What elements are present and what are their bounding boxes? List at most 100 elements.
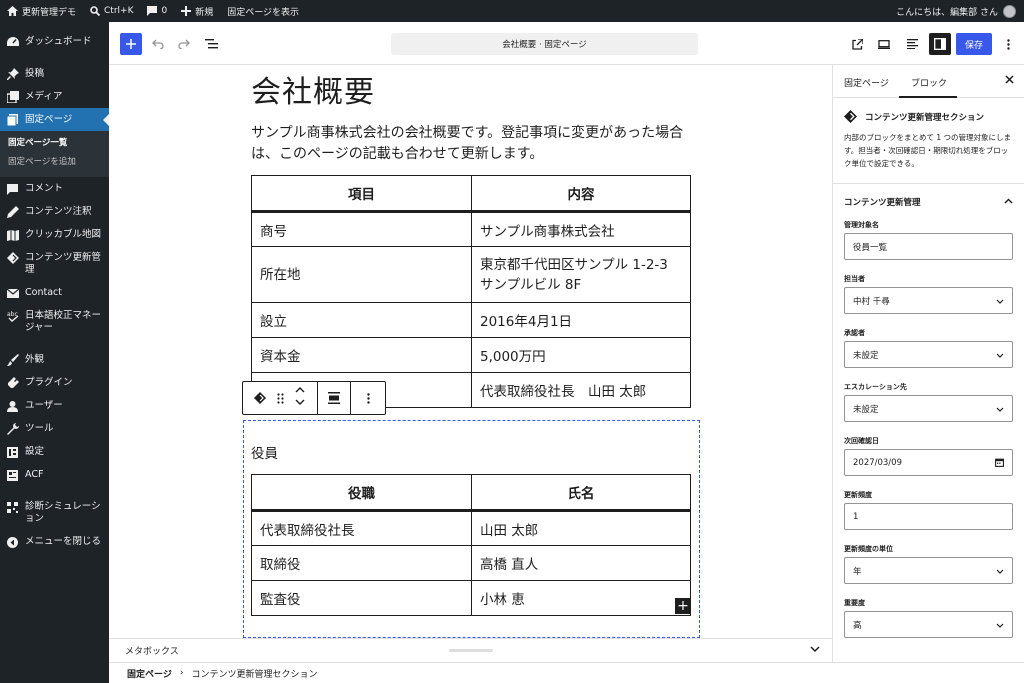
- menu-media[interactable]: メディア: [0, 85, 109, 108]
- view-page-button[interactable]: [849, 36, 865, 52]
- table-cell[interactable]: 商号: [251, 211, 472, 247]
- table-cell[interactable]: 2016年4月1日: [471, 302, 691, 338]
- officers-heading[interactable]: 役員: [251, 442, 278, 462]
- submenu-add-page[interactable]: 固定ページを追加: [0, 153, 109, 172]
- resize-handle[interactable]: [449, 649, 493, 652]
- align-button[interactable]: [318, 382, 352, 414]
- field-value: 未設定: [853, 350, 879, 361]
- field-label: 更新頻度の単位: [844, 545, 893, 553]
- command-palette-link[interactable]: Ctrl+K: [83, 0, 140, 22]
- breadcrumb-current[interactable]: コンテンツ更新管理セクション: [191, 667, 317, 680]
- block-options-button[interactable]: [351, 382, 385, 414]
- address-line-2: サンプルビル 8F: [480, 276, 582, 293]
- comments-link[interactable]: 0: [140, 0, 174, 22]
- assignee-select[interactable]: 中村 千尋: [844, 287, 1013, 314]
- view-page-label: 固定ページを表示: [227, 7, 300, 18]
- target-name-input[interactable]: 役員一覧: [844, 233, 1013, 260]
- page-title[interactable]: 会社概要: [251, 67, 375, 111]
- field-value: 未設定: [853, 404, 879, 415]
- table-cell[interactable]: 高橋 直人: [471, 545, 691, 581]
- menu-tools[interactable]: ツール: [0, 417, 109, 440]
- menu-label: ツール: [25, 423, 54, 434]
- escalation-select[interactable]: 未設定: [844, 395, 1013, 422]
- undo-button[interactable]: [150, 36, 166, 52]
- table-header: 役職: [251, 474, 472, 512]
- calendar-icon[interactable]: [995, 458, 1004, 470]
- table-cell[interactable]: 設立: [251, 302, 472, 338]
- save-button[interactable]: 保存: [956, 33, 992, 55]
- intro-paragraph[interactable]: サンプル商事株式会社の会社概要です。登記事項に変更があった場合は、このページの記…: [251, 123, 701, 165]
- menu-comments[interactable]: コメント: [0, 177, 109, 200]
- document-title-bar[interactable]: 会社概要 · 固定ページ: [391, 33, 698, 55]
- pages-submenu: 固定ページ一覧 固定ページを追加: [0, 131, 109, 177]
- qr-icon: [6, 501, 19, 513]
- table-cell[interactable]: 取締役: [251, 545, 472, 581]
- metabox-label: メタボックス: [125, 647, 179, 657]
- move-up-down-buttons[interactable]: [295, 386, 305, 410]
- diamond-icon: [6, 252, 19, 264]
- approver-select[interactable]: 未設定: [844, 341, 1013, 368]
- frequency-input[interactable]: 1: [844, 503, 1013, 530]
- metabox-bar[interactable]: メタボックス: [109, 638, 832, 662]
- table-cell[interactable]: 監査役: [251, 580, 472, 616]
- menu-diagnosis-simulation[interactable]: 診断シミュレーション: [0, 495, 109, 530]
- view-page-link[interactable]: 固定ページを表示: [220, 0, 306, 22]
- redo-button[interactable]: [176, 36, 192, 52]
- options-menu-button[interactable]: [1000, 36, 1016, 52]
- table-cell[interactable]: 資本金: [251, 337, 472, 373]
- brush-icon: [6, 354, 19, 366]
- menu-appearance[interactable]: 外観: [0, 348, 109, 371]
- breadcrumb-root[interactable]: 固定ページ: [127, 667, 172, 680]
- menu-pages[interactable]: 固定ページ: [0, 108, 110, 131]
- block-tools-button[interactable]: [904, 36, 920, 52]
- company-table[interactable]: 項目 内容 商号 サンプル商事株式会社 所在地 東京都千代田区サンプル 1-2-…: [251, 175, 691, 408]
- table-cell[interactable]: 東京都千代田区サンプル 1-2-3 サンプルビル 8F: [471, 246, 691, 303]
- menu-acf[interactable]: ACF: [0, 463, 109, 486]
- officers-table[interactable]: 役職 氏名 代表取締役社長 山田 太郎 取締役 高橋 直人 監査役 小林 恵: [251, 474, 691, 616]
- menu-dashboard[interactable]: ダッシュボード: [0, 30, 109, 53]
- table-cell[interactable]: 山田 太郎: [471, 510, 691, 546]
- frequency-unit-select[interactable]: 年: [844, 557, 1013, 584]
- close-icon[interactable]: [1005, 75, 1014, 87]
- list-view-icon: [204, 39, 218, 49]
- table-cell[interactable]: 5,000万円: [471, 337, 691, 373]
- menu-annotations[interactable]: コンテンツ注釈: [0, 200, 109, 223]
- table-row: 資本金 5,000万円: [251, 337, 691, 373]
- tab-block[interactable]: ブロック: [911, 76, 947, 89]
- menu-users[interactable]: ユーザー: [0, 394, 109, 417]
- menu-proofreading[interactable]: abc 日本語校正マネージャー: [0, 304, 109, 339]
- menu-plugins[interactable]: プラグイン: [0, 371, 109, 394]
- panel-title: コンテンツ更新管理: [844, 198, 921, 208]
- table-cell[interactable]: 代表取締役社長: [251, 510, 472, 546]
- align-icon: [906, 39, 918, 49]
- chevron-down-icon[interactable]: [810, 646, 820, 656]
- menu-settings[interactable]: 設定: [0, 440, 109, 463]
- submenu-all-pages[interactable]: 固定ページ一覧: [0, 134, 109, 153]
- new-content-link[interactable]: 新規: [174, 0, 220, 22]
- tab-page[interactable]: 固定ページ: [844, 76, 889, 89]
- drag-handle[interactable]: [277, 389, 284, 408]
- menu-clickable-map[interactable]: クリッカブル地図: [0, 223, 109, 246]
- panel-toggle[interactable]: コンテンツ更新管理: [833, 184, 1024, 220]
- inline-inserter-button[interactable]: +: [675, 598, 691, 614]
- document-overview-button[interactable]: [203, 36, 219, 52]
- table-cell[interactable]: 代表取締役社長 山田 太郎: [471, 372, 691, 408]
- menu-contact[interactable]: Contact: [0, 281, 109, 304]
- menu-label: 日本語校正マネージャー: [25, 310, 102, 333]
- table-cell[interactable]: 所在地: [251, 246, 472, 303]
- table-cell[interactable]: サンプル商事株式会社: [471, 211, 691, 247]
- menu-content-update[interactable]: コンテンツ更新管理: [0, 246, 109, 281]
- table-cell[interactable]: 小林 恵: [471, 580, 691, 616]
- site-name-link[interactable]: 更新管理デモ: [0, 0, 83, 22]
- priority-select[interactable]: 高: [844, 611, 1013, 638]
- next-review-date-input[interactable]: 2027/03/09: [844, 449, 1013, 476]
- pen-icon: [6, 206, 19, 218]
- account-menu[interactable]: こんにちは、編集部 さん: [896, 4, 1024, 18]
- block-type-button[interactable]: [254, 389, 267, 408]
- preview-button[interactable]: [876, 36, 892, 52]
- block-inserter-button[interactable]: [120, 33, 142, 55]
- table-row: 設立 2016年4月1日: [251, 302, 691, 338]
- menu-collapse[interactable]: メニューを閉じる: [0, 530, 109, 553]
- menu-posts[interactable]: 投稿: [0, 62, 109, 85]
- settings-sidebar-toggle[interactable]: [929, 33, 951, 55]
